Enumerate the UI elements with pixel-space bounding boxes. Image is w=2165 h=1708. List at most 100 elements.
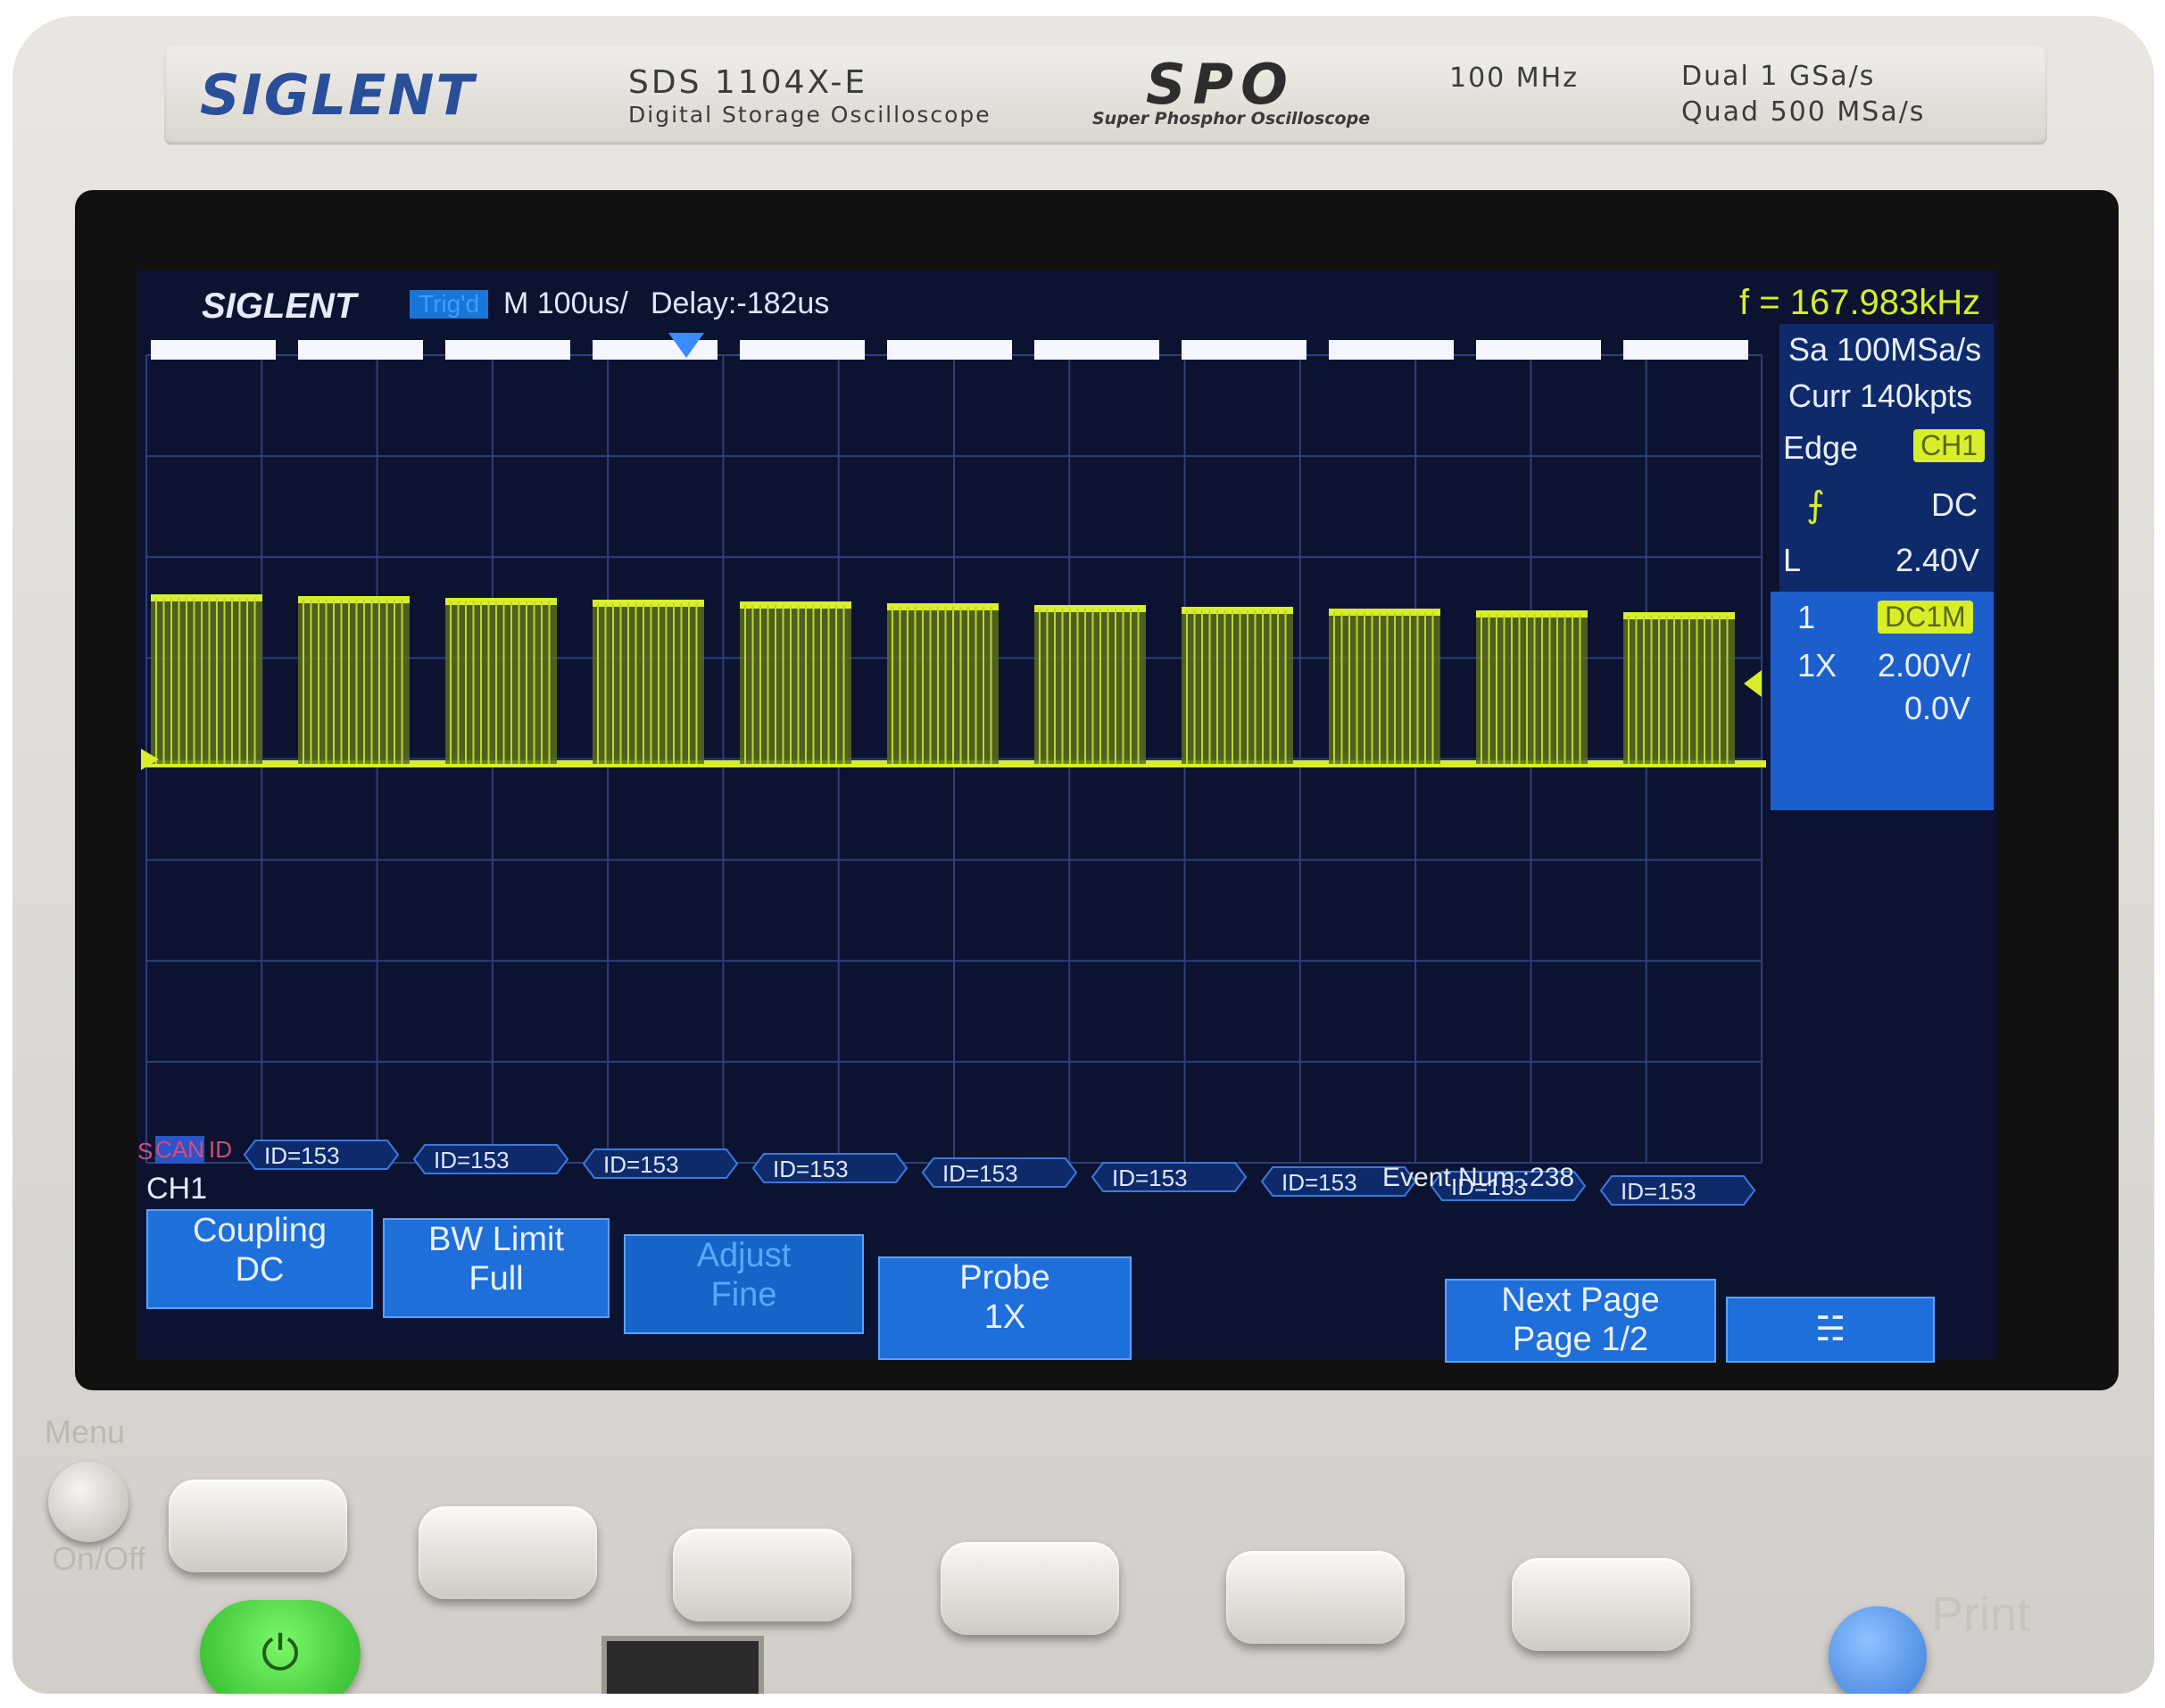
frequency-readout: f = 167.983kHz (1739, 283, 1981, 322)
softkey-coupling-value: DC (235, 1251, 285, 1289)
softkey-adjust-value: Fine (710, 1276, 777, 1314)
can-frame-burst (151, 598, 262, 764)
softkey-adjust-label: Adjust (696, 1237, 792, 1274)
network-icon[interactable]: ☵ (1726, 1297, 1935, 1363)
can-frame-id-label: ID=153 (942, 1160, 1018, 1187)
power-icon: ⏻ (261, 1627, 300, 1680)
ch1-waveform (146, 594, 1766, 767)
ruler-segment (1034, 340, 1159, 360)
softkey-button-3[interactable] (673, 1529, 851, 1621)
probe-factor: 1X (1797, 647, 1837, 684)
trigger-level: 2.40V (1895, 542, 1980, 578)
softkey-probe-label: Probe (959, 1259, 1050, 1297)
timebase[interactable]: M 100us/ (503, 286, 628, 321)
softkey-button-5[interactable] (1226, 1551, 1405, 1644)
menu-label: Menu (45, 1414, 126, 1450)
can-frame-id-label: ID=153 (1621, 1178, 1696, 1205)
ruler-segment (298, 340, 423, 360)
can-frame-burst (1623, 616, 1735, 764)
can-frame-burst (887, 607, 999, 764)
trigger-level-marker (1744, 670, 1762, 697)
print-button[interactable] (1829, 1606, 1927, 1694)
softkey-next-page-value: Page 1/2 (1512, 1321, 1649, 1358)
decode-field: ID (209, 1136, 232, 1163)
can-frame-burst (1182, 610, 1293, 764)
print-label: Print (1931, 1588, 2031, 1641)
softkey-probe[interactable]: Probe 1X (878, 1256, 1132, 1360)
channel1-info-box[interactable]: 1 DC1M 1X 2.00V/ 0.0V (1771, 592, 1994, 810)
screen-logo: SIGLENT (202, 286, 357, 326)
ruler-segment (593, 340, 718, 360)
decode-protocol: CAN (155, 1136, 204, 1164)
vertical-offset: 0.0V (1904, 690, 1971, 726)
ruler-segment (1476, 340, 1601, 360)
model-subtitle: Digital Storage Oscilloscope (628, 102, 991, 128)
trigger-level-label: L (1783, 542, 1802, 578)
waveform-area: ID=153 ID=153 ID=153 ID=153 ID=153 ID=153 ID=1… (141, 333, 1766, 1206)
ruler-segment (445, 340, 570, 360)
ruler-segment (887, 340, 1012, 360)
softkey-bw-limit-label: BW Limit (428, 1221, 564, 1258)
channel-number: 1 (1797, 599, 1816, 635)
front-panel: Menu On/Off ⏻ Print (12, 1408, 2154, 1694)
trigger-type[interactable]: Edge (1783, 429, 1858, 467)
can-frame-id-label: ID=153 (1282, 1169, 1357, 1196)
can-frame-burst (593, 603, 704, 764)
model-name: SDS 1104X-E (628, 64, 868, 101)
softkey-bw-limit-value: Full (469, 1260, 524, 1298)
softkey-probe-value: 1X (983, 1298, 1026, 1336)
can-frame-burst (1034, 609, 1146, 764)
spo-logo: SPO (1146, 52, 1295, 117)
can-frame-id-label: ID=153 (434, 1147, 510, 1173)
can-frame-burst (298, 600, 410, 764)
softkey-coupling[interactable]: Coupling DC (146, 1209, 373, 1309)
brand-strip: SIGLENT SDS 1104X-E Digital Storage Osci… (164, 46, 2047, 145)
can-frame-burst (1476, 614, 1588, 764)
menu-title: CH1 (146, 1172, 208, 1206)
softkey-button-2[interactable] (419, 1506, 597, 1599)
trigger-source-badge[interactable]: CH1 (1913, 429, 1986, 462)
softkey-button-4[interactable] (941, 1542, 1119, 1635)
ruler-segment (1182, 340, 1306, 360)
trigger-delay[interactable]: Delay:-182us (651, 286, 829, 321)
spo-subtitle: Super Phosphor Oscilloscope (1092, 109, 1371, 129)
softkey-button-1[interactable] (169, 1480, 347, 1572)
ruler-segment (740, 340, 865, 360)
softkey-bw-limit[interactable]: BW Limit Full (383, 1218, 610, 1318)
ruler-segment (151, 340, 276, 360)
display-screen: ID=153 ID=153 ID=153 ID=153 ID=153 ID=153 ID=1… (137, 270, 1997, 1363)
can-frame-burst (1329, 612, 1440, 764)
power-button[interactable]: ⏻ (200, 1600, 361, 1694)
event-number: Event Num :238 (1382, 1163, 1575, 1192)
can-frame-burst (445, 601, 557, 764)
can-frame-id-label: ID=153 (1112, 1165, 1188, 1191)
can-frame-id-label: ID=153 (603, 1151, 679, 1178)
softkey-coupling-label: Coupling (193, 1212, 327, 1249)
can-frame-id-label: ID=153 (773, 1156, 849, 1182)
onoff-label: On/Off (52, 1540, 146, 1577)
trigger-status: Trig'd (410, 290, 489, 319)
softkey-button-6[interactable] (1512, 1558, 1690, 1651)
softkey-adjust[interactable]: Adjust Fine (624, 1234, 864, 1334)
sample-rate-quad: Quad 500 MSa/s (1681, 96, 1926, 128)
can-frame-burst (740, 605, 851, 764)
ruler-segment (1329, 340, 1454, 360)
trigger-coupling: DC (1931, 486, 1978, 523)
softkey-next-page-label: Next Page (1501, 1281, 1660, 1319)
softkey-next-page[interactable]: Next Page Page 1/2 (1445, 1279, 1716, 1363)
impedance-badge: DC1M (1878, 601, 1973, 634)
acquisition-ruler (151, 333, 1748, 360)
memory-depth-readout: Curr 140kpts (1788, 377, 1973, 414)
menu-knob[interactable] (48, 1462, 129, 1542)
bandwidth-label: 100 MHz (1449, 62, 1579, 94)
sample-rate-dual: Dual 1 GSa/s (1681, 61, 1876, 92)
oscilloscope: SIGLENT SDS 1104X-E Digital Storage Osci… (12, 16, 2154, 1694)
can-frame-id-label: ID=153 (264, 1142, 340, 1169)
vertical-scale: 2.00V/ (1878, 647, 1971, 684)
usb-port (601, 1636, 764, 1694)
rising-edge-icon: ⨍ (1806, 485, 1825, 525)
sample-rate-readout: Sa 100MSa/s (1788, 331, 1982, 368)
ruler-segment (1623, 340, 1748, 360)
brand-logo: SIGLENT (200, 62, 476, 128)
status-side-panel: Sa 100MSa/s Curr 140kpts Edge CH1 ⨍ DC L… (1771, 324, 1994, 810)
